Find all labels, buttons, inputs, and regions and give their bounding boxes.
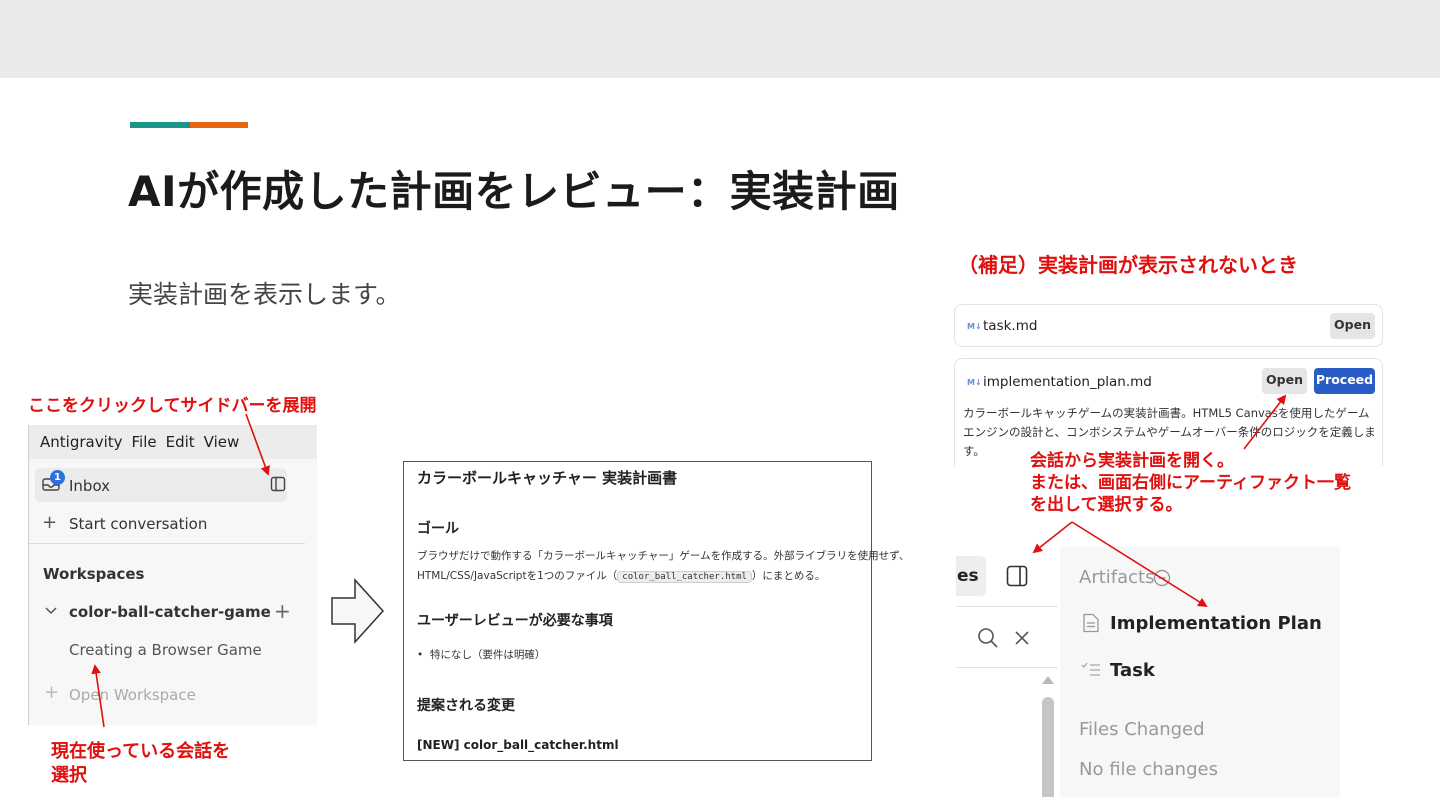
annotation-open-hint-line3: を出して選択する。 (1030, 495, 1183, 515)
sidebar-toggle-icon[interactable] (270, 476, 286, 492)
checklist-icon (1081, 662, 1100, 676)
sidebar-screenshot: Antigravity File Edit View 1 Inbox + Sta… (28, 425, 317, 725)
top-band (0, 0, 1440, 78)
bullet-icon: • (417, 649, 430, 661)
close-icon[interactable] (1014, 630, 1030, 646)
markdown-icon: M↓ (967, 322, 982, 331)
implementation-plan-document: カラーボールキャッチャー 実装計画書 ゴール ブラウザだけで動作する「カラーボー… (403, 461, 909, 761)
goal-text-line1: ブラウザだけで動作する「カラーボールキャッチャー」ゲームを作成する。外部ライブラ… (417, 550, 910, 562)
artifacts-heading: Artifacts (1079, 567, 1155, 588)
menu-bar: Antigravity File Edit View (29, 425, 317, 459)
chevron-down-icon[interactable] (45, 607, 57, 615)
accent-bar-orange (190, 122, 248, 128)
annotation-open-hint: 会話から実装計画を開く。 または、画面右側にアーティファクト一覧 を出して選択す… (1030, 450, 1351, 516)
divider (956, 667, 1058, 668)
plan-description-line2: エンジンの設計と、コンボシステムやゲームオーバー条件のロジックを定義しま (963, 425, 1376, 439)
annotation-supplement-title: （補足）実装計画が表示されないとき (958, 253, 1298, 277)
annotation-select-conversation-line2: 選択 (51, 765, 87, 786)
open-workspace-button[interactable]: Open Workspace (69, 686, 196, 704)
right-arrow-icon (331, 578, 385, 644)
inbox-badge: 1 (50, 470, 65, 485)
document-icon (1083, 613, 1099, 633)
artifact-name-task: task.md (983, 318, 1038, 334)
changes-heading: 提案される変更 (417, 698, 515, 714)
info-icon[interactable] (1153, 569, 1171, 587)
add-conversation-icon[interactable]: + (274, 599, 291, 623)
menu-file[interactable]: File (132, 433, 157, 451)
new-file-entry: [NEW] color_ball_catcher.html (417, 738, 619, 752)
annotation-select-conversation: 現在使っている会話を 選択 (51, 740, 230, 788)
editor-tab-area: es (956, 547, 1058, 797)
goal-heading: ゴール (417, 521, 459, 537)
scroll-up-icon[interactable] (1041, 675, 1055, 685)
open-task-button[interactable]: Open (1330, 313, 1375, 339)
artifact-item-implementation-plan[interactable]: Implementation Plan (1110, 613, 1322, 634)
artifact-item-task[interactable]: Task (1110, 660, 1155, 681)
panel-toggle-icon[interactable] (1006, 565, 1028, 587)
search-icon[interactable] (977, 627, 999, 649)
divider (29, 543, 305, 544)
slide-title: AIが作成した計画をレビュー：実装計画 (128, 167, 900, 216)
goal-text-line2-post: ）にまとめる。 (751, 570, 826, 582)
markdown-icon: M↓ (967, 378, 982, 387)
files-changed-heading: Files Changed (1079, 719, 1205, 740)
review-item-text: 特になし（要件は明確） (429, 649, 546, 661)
plus-icon: + (42, 512, 58, 533)
slide-subtitle: 実装計画を表示します。 (128, 280, 401, 309)
plan-description-line1: カラーボールキャッチゲームの実装計画書。HTML5 Canvasを使用したゲーム (963, 406, 1370, 420)
workspaces-heading: Workspaces (43, 565, 145, 583)
artifact-name-plan: implementation_plan.md (983, 374, 1152, 390)
open-plan-button[interactable]: Open (1262, 368, 1307, 394)
plus-icon: + (44, 682, 60, 703)
tab-label-fragment: es (957, 566, 979, 586)
no-file-changes-text: No file changes (1079, 759, 1218, 780)
conversation-item[interactable]: Creating a Browser Game (69, 641, 262, 659)
goal-text-line2: HTML/CSS/JavaScriptを1つのファイル（ color_ball_c… (417, 568, 825, 583)
artifacts-panel: Artifacts Implementation Plan Task Files… (1060, 547, 1340, 797)
accent-bar-teal (130, 122, 190, 128)
annotation-sidebar-hint: ここをクリックしてサイドバーを展開 (28, 396, 317, 416)
menu-antigravity[interactable]: Antigravity (40, 433, 123, 451)
inline-code-filename: color_ball_catcher.html (617, 571, 752, 583)
menu-edit[interactable]: Edit (166, 433, 195, 451)
sidebar-item-inbox-label: Inbox (69, 477, 111, 495)
divider (956, 606, 1058, 607)
review-heading: ユーザーレビューが必要な事項 (417, 613, 613, 629)
start-conversation-button[interactable]: Start conversation (69, 515, 207, 533)
artifact-card-task[interactable]: M↓ task.md Open (954, 304, 1383, 347)
menu-view[interactable]: View (204, 433, 240, 451)
proceed-button[interactable]: Proceed (1314, 368, 1375, 394)
annotation-open-hint-line2: または、画面右側にアーティファクト一覧 (1030, 473, 1351, 493)
annotation-open-hint-line1: 会話から実装計画を開く。 (1030, 451, 1234, 471)
workspace-item-name[interactable]: color-ball-catcher-game (69, 603, 271, 621)
scrollbar-thumb[interactable] (1042, 697, 1054, 797)
goal-text-line2-pre: HTML/CSS/JavaScriptを1つのファイル（ (417, 570, 618, 582)
annotation-select-conversation-line1: 現在使っている会話を (51, 741, 231, 762)
document-title: カラーボールキャッチャー 実装計画書 (417, 469, 678, 487)
review-item: • 特になし（要件は明確） (417, 647, 545, 662)
